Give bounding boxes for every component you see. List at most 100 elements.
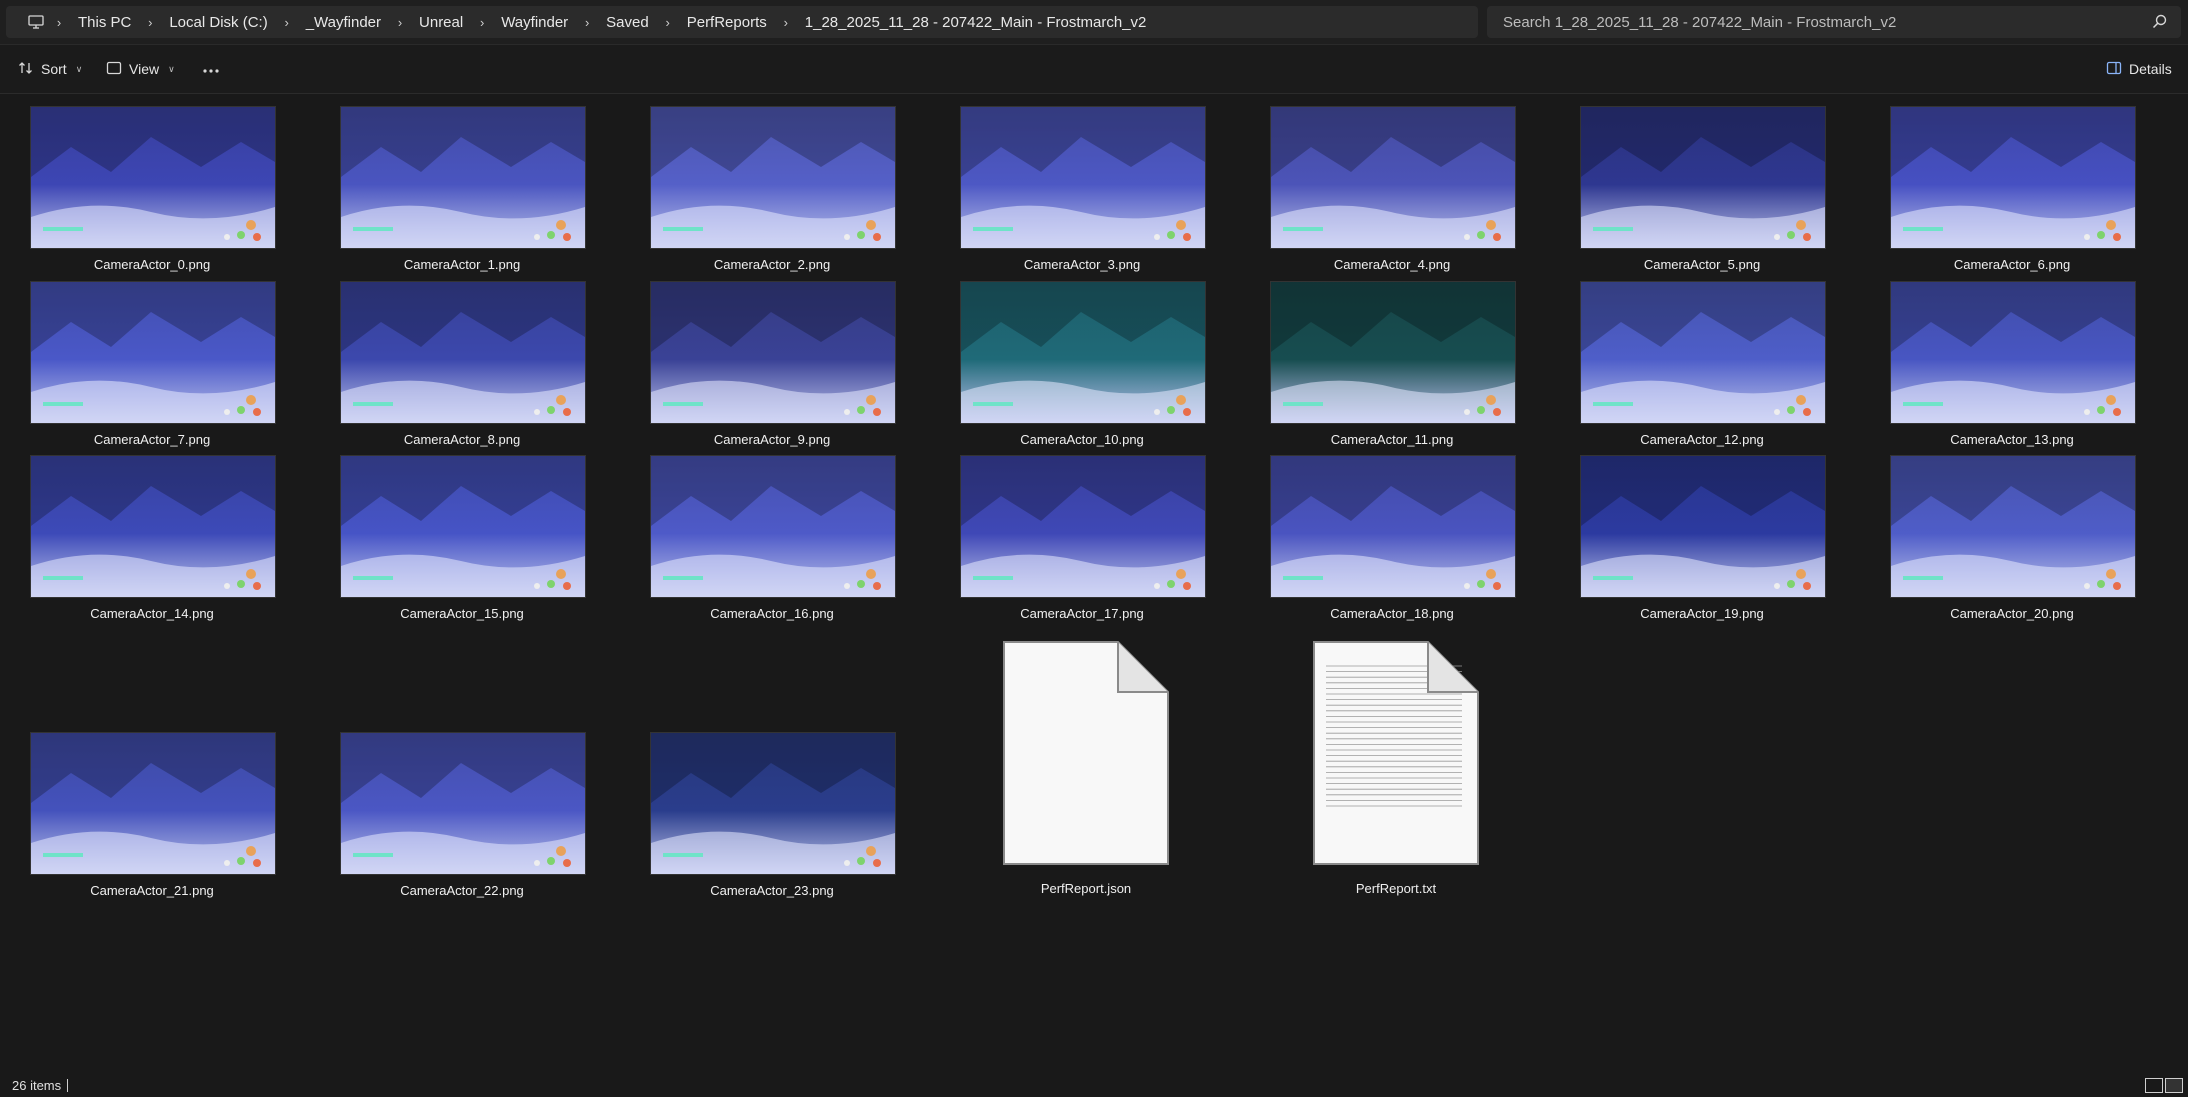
image-thumbnail[interactable] <box>340 106 586 249</box>
screenshot-preview <box>1891 107 2135 248</box>
image-thumbnail[interactable] <box>340 732 586 875</box>
more-options-button[interactable] <box>202 55 220 83</box>
screenshot-preview <box>341 282 585 423</box>
breadcrumb-local-disk[interactable]: Local Disk (C:) <box>157 14 279 31</box>
image-thumbnail[interactable] <box>1890 106 2136 249</box>
screenshot-preview <box>1891 456 2135 597</box>
image-thumbnail[interactable] <box>30 281 276 424</box>
file-name: CameraActor_13.png <box>1950 432 2074 447</box>
breadcrumb-this-pc[interactable]: This PC <box>66 14 143 31</box>
file-name: PerfReport.txt <box>1355 881 1437 896</box>
file-name: CameraActor_21.png <box>90 883 214 898</box>
file-name: CameraActor_1.png <box>403 257 521 272</box>
image-thumbnail[interactable] <box>650 732 896 875</box>
file-name: CameraActor_20.png <box>1950 606 2074 621</box>
screenshot-preview <box>961 282 1205 423</box>
chevron-right-icon[interactable]: › <box>580 15 594 30</box>
sort-label: Sort <box>41 61 67 77</box>
text-file-icon[interactable] <box>1312 640 1480 871</box>
file-name: CameraActor_7.png <box>93 432 211 447</box>
image-thumbnail[interactable] <box>960 455 1206 598</box>
item-count: 26 items <box>12 1078 62 1093</box>
image-thumbnail[interactable] <box>650 455 896 598</box>
image-thumbnail[interactable] <box>1270 106 1516 249</box>
image-thumbnail[interactable] <box>1270 455 1516 598</box>
image-thumbnail[interactable] <box>1580 106 1826 249</box>
file-name: CameraActor_8.png <box>403 432 521 447</box>
screenshot-preview <box>341 456 585 597</box>
breadcrumb[interactable]: › This PC › Local Disk (C:) › _Wayfinder… <box>6 6 1478 38</box>
json-file-icon[interactable] <box>1002 640 1170 871</box>
image-thumbnail[interactable] <box>960 281 1206 424</box>
view-button[interactable]: View ∨ <box>106 55 175 83</box>
sort-icon <box>18 61 34 78</box>
file-name: CameraActor_3.png <box>1023 257 1141 272</box>
screenshot-preview <box>651 456 895 597</box>
breadcrumb-perfreports[interactable]: PerfReports <box>675 14 779 31</box>
file-name: CameraActor_23.png <box>710 883 834 898</box>
screenshot-preview <box>1271 456 1515 597</box>
file-name: CameraActor_19.png <box>1640 606 1764 621</box>
view-icon <box>106 61 122 78</box>
image-thumbnail[interactable] <box>30 455 276 598</box>
file-name: CameraActor_2.png <box>713 257 831 272</box>
chevron-right-icon[interactable]: › <box>393 15 407 30</box>
breadcrumb-saved[interactable]: Saved <box>594 14 661 31</box>
image-thumbnail[interactable] <box>30 732 276 875</box>
image-thumbnail[interactable] <box>30 106 276 249</box>
image-thumbnail[interactable] <box>1890 455 2136 598</box>
search-input[interactable] <box>1501 12 2125 32</box>
image-thumbnail[interactable] <box>1890 281 2136 424</box>
screenshot-preview <box>961 456 1205 597</box>
chevron-right-icon[interactable]: › <box>52 15 66 30</box>
view-label: View <box>129 61 160 77</box>
large-icons-view-icon[interactable] <box>2165 1078 2183 1093</box>
details-view-icon[interactable] <box>2145 1078 2163 1093</box>
screenshot-preview <box>31 733 275 874</box>
file-name: CameraActor_11.png <box>1330 432 1454 447</box>
chevron-right-icon[interactable]: › <box>661 15 675 30</box>
file-name: CameraActor_0.png <box>93 257 211 272</box>
file-name: CameraActor_4.png <box>1333 257 1451 272</box>
image-thumbnail[interactable] <box>650 106 896 249</box>
sort-button[interactable]: Sort ∨ <box>18 55 82 83</box>
image-thumbnail[interactable] <box>340 455 586 598</box>
file-name: CameraActor_15.png <box>400 606 524 621</box>
screenshot-preview <box>1581 282 1825 423</box>
status-divider <box>67 1079 68 1092</box>
image-thumbnail[interactable] <box>1270 281 1516 424</box>
screenshot-preview <box>1271 282 1515 423</box>
screenshot-preview <box>341 733 585 874</box>
breadcrumb-unreal[interactable]: Unreal <box>407 14 475 31</box>
chevron-down-icon: ∨ <box>168 63 175 74</box>
chevron-right-icon[interactable]: › <box>779 15 793 30</box>
screenshot-preview <box>31 282 275 423</box>
status-bar: 26 items <box>0 1073 2188 1097</box>
file-name: CameraActor_17.png <box>1020 606 1144 621</box>
image-thumbnail[interactable] <box>960 106 1206 249</box>
file-name: CameraActor_14.png <box>90 606 214 621</box>
computer-icon[interactable] <box>28 15 44 29</box>
image-thumbnail[interactable] <box>1580 455 1826 598</box>
file-name: CameraActor_18.png <box>1330 606 1454 621</box>
breadcrumb-current-folder[interactable]: 1_28_2025_11_28 - 207422_Main - Frostmar… <box>793 14 1159 31</box>
chevron-right-icon[interactable]: › <box>143 15 157 30</box>
screenshot-preview <box>961 107 1205 248</box>
image-thumbnail[interactable] <box>340 281 586 424</box>
file-name: CameraActor_16.png <box>710 606 834 621</box>
screenshot-preview <box>1271 107 1515 248</box>
screenshot-preview <box>341 107 585 248</box>
screenshot-preview <box>1581 107 1825 248</box>
file-name: CameraActor_12.png <box>1640 432 1764 447</box>
search-box[interactable] <box>1487 6 2181 38</box>
screenshot-preview <box>651 107 895 248</box>
chevron-right-icon[interactable]: › <box>475 15 489 30</box>
file-name: CameraActor_10.png <box>1020 432 1144 447</box>
chevron-right-icon[interactable]: › <box>280 15 294 30</box>
details-pane-button[interactable]: Details <box>2106 55 2172 83</box>
image-thumbnail[interactable] <box>650 281 896 424</box>
breadcrumb-wayfinder[interactable]: Wayfinder <box>489 14 580 31</box>
search-icon[interactable] <box>2152 14 2167 34</box>
image-thumbnail[interactable] <box>1580 281 1826 424</box>
breadcrumb-wayfinder-root[interactable]: _Wayfinder <box>294 14 393 31</box>
